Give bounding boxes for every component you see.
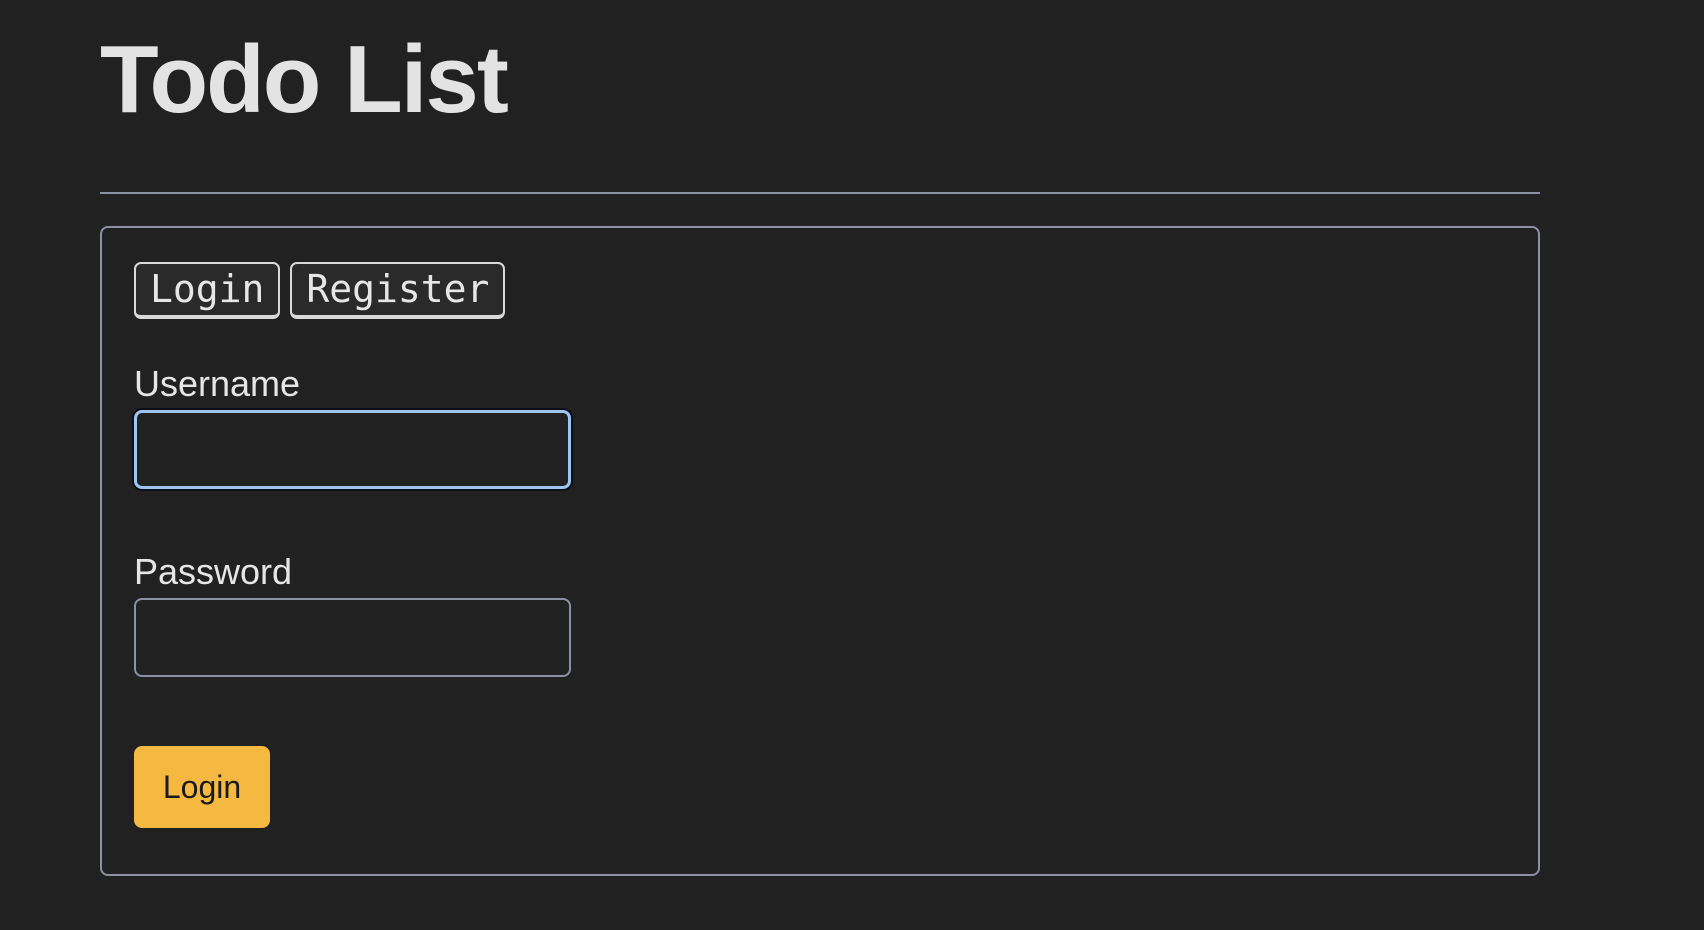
login-button[interactable]: Login [134, 746, 270, 828]
auth-panel: Login Register Username Password Login [100, 226, 1540, 876]
tab-login[interactable]: Login [134, 262, 281, 319]
username-label: Username [134, 363, 301, 404]
username-field[interactable] [134, 410, 571, 489]
auth-tabs: Login Register [134, 262, 506, 319]
tab-register[interactable]: Register [290, 262, 506, 319]
password-label: Password [134, 551, 293, 592]
title-divider [100, 192, 1540, 194]
page: Todo List Login Register Username Passwo… [0, 0, 1704, 930]
page-title: Todo List [100, 26, 509, 133]
password-field[interactable] [134, 598, 571, 677]
